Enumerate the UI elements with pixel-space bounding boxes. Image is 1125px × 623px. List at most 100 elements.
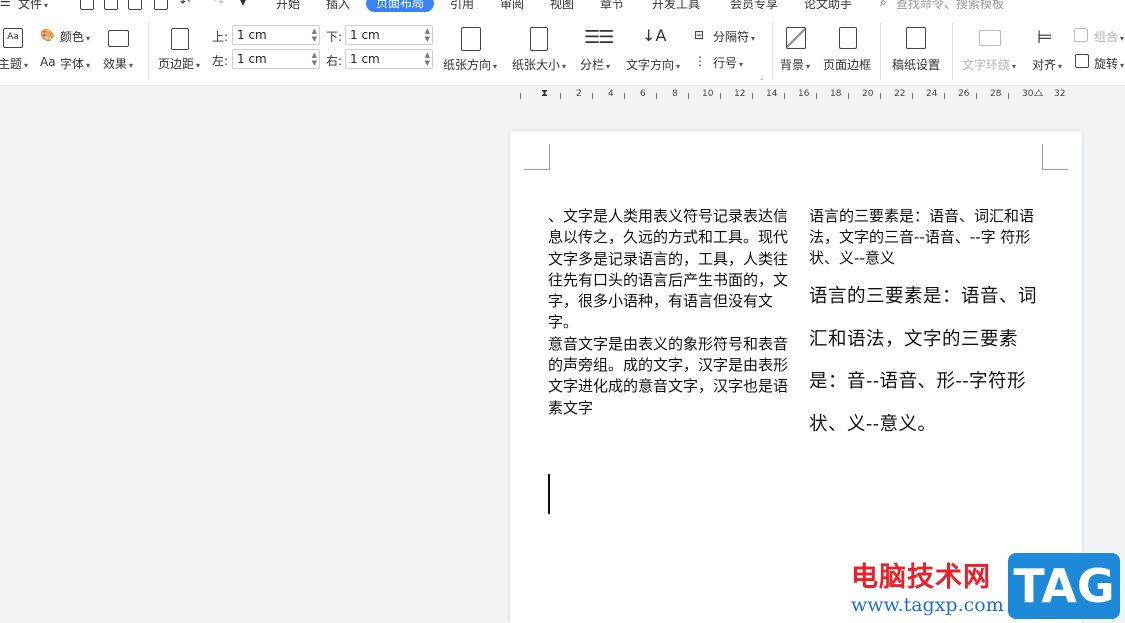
margin-top-input[interactable]: 1 cm ▲ ▼	[232, 25, 320, 45]
align-icon[interactable]: ⊨	[1037, 27, 1053, 48]
indent-marker-icon[interactable]: ⧗	[541, 88, 548, 99]
color-button[interactable]: 颜色	[60, 28, 90, 45]
page-break-button[interactable]: 分隔符	[713, 28, 755, 45]
print-preview-icon[interactable]	[154, 0, 168, 10]
watermark-site-name: 电脑技术网	[851, 562, 991, 593]
save-icon[interactable]	[80, 0, 94, 10]
page-border-icon[interactable]	[839, 27, 857, 49]
ruler-tick	[720, 93, 721, 99]
background-button[interactable]: 背景	[780, 56, 810, 73]
tab-insert[interactable]: 插入	[326, 0, 350, 12]
divider	[880, 22, 881, 80]
tab-paper-assistant[interactable]: 论文助手	[804, 0, 852, 12]
text-direction-icon[interactable]: ↓A	[642, 26, 666, 45]
font-scheme-icon[interactable]: Aa	[40, 55, 56, 69]
ruler-tick	[560, 93, 561, 99]
ruler-tick	[816, 93, 817, 99]
ruler-tick	[848, 93, 849, 99]
margin-bottom-input[interactable]: 1 cm ▲ ▼	[345, 25, 433, 45]
column-2-large-text[interactable]: 语言的三要素是：语音、词汇和语法，文字的三要素是：音--语音、形--字符形状、义…	[809, 276, 1054, 446]
background-icon[interactable]	[786, 27, 806, 49]
tab-chapter[interactable]: 章节	[600, 0, 624, 12]
line-number-button[interactable]: 行号	[713, 54, 743, 71]
ruler-label: 30	[1022, 89, 1034, 99]
theme-button[interactable]: 主题	[0, 55, 28, 72]
document-page[interactable]: 、文字是人类用表义符号记录表达信息以传之，久远的方式和工具。现代文字多是记录语言…	[510, 131, 1082, 623]
stepper-arrows-icon[interactable]: ▲ ▼	[312, 51, 317, 67]
page-setup-launcher-icon[interactable]: ⌟	[760, 72, 764, 81]
redo-icon[interactable]: ↷	[214, 0, 224, 9]
effect-button[interactable]: 效果	[103, 55, 133, 72]
ruler-label: 4	[608, 89, 614, 99]
align-button[interactable]: 对齐	[1032, 56, 1062, 73]
ruler-label: 14	[766, 89, 778, 99]
stepper-arrows-icon[interactable]: ▲ ▼	[425, 51, 430, 67]
orientation-icon[interactable]	[461, 27, 481, 51]
horizontal-ruler[interactable]: ⧗ 2 4 6 8 10 12 14 16 18 20 22 24 26 28 …	[520, 86, 1065, 106]
search-icon[interactable]: ⌕	[880, 0, 887, 10]
ruler-label: 2	[576, 89, 582, 99]
undo-icon[interactable]: ↶	[180, 0, 190, 9]
columns-button[interactable]: 分栏	[580, 56, 610, 73]
print-icon[interactable]	[128, 0, 142, 10]
stepper-arrows-icon[interactable]: ▲ ▼	[425, 27, 430, 43]
column-1-text[interactable]: 、文字是人类用表义符号记录表达信息以传之，久远的方式和工具。现代文字多是记录语言…	[548, 206, 788, 419]
margin-right-input[interactable]: 1 cm ▲ ▼	[345, 49, 433, 69]
text-wrap-button[interactable]: 文字环绕	[962, 56, 1016, 73]
margin-left-label: 左:	[212, 54, 229, 68]
page-corner-mark	[524, 144, 550, 170]
ruler-label: 18	[830, 89, 842, 99]
palette-icon[interactable]: 🎨	[40, 28, 55, 42]
group-icon[interactable]	[1074, 28, 1088, 42]
margin-left-input[interactable]: 1 cm ▲ ▼	[232, 49, 320, 69]
watermark-url: www.tagxp.com	[851, 594, 1004, 616]
tab-view[interactable]: 视图	[550, 0, 574, 12]
stepper-arrows-icon[interactable]: ▲ ▼	[312, 27, 317, 43]
orientation-button[interactable]: 纸张方向	[443, 56, 497, 73]
export-icon[interactable]	[104, 0, 118, 10]
tab-member[interactable]: 会员专享	[730, 0, 778, 12]
ribbon-page-layout: Aa 主题 🎨 颜色 Aa 字体 效果 页边距 上: 1 cm▲▼ 左: 1 c…	[0, 14, 1125, 86]
page-border-button[interactable]: 页面边框	[823, 56, 871, 73]
tab-references[interactable]: 引用	[450, 0, 474, 12]
command-search-input[interactable]: 查找命令、搜索模板	[896, 0, 1004, 12]
tab-page-layout[interactable]: 页面布局	[366, 0, 435, 12]
text-cursor	[548, 474, 550, 514]
ruler-tick	[1008, 93, 1009, 99]
text-direction-button[interactable]: 文字方向	[626, 56, 680, 73]
theme-icon[interactable]: Aa	[3, 28, 23, 48]
ruler-tick	[592, 93, 593, 99]
column-2-text[interactable]: 语言的三要素是：语音、词汇和语法，文字的三音--语音、--字 符形状、义--意义	[809, 206, 1049, 269]
effect-icon[interactable]	[108, 30, 129, 47]
divider	[772, 22, 773, 80]
menu-icon[interactable]: ☰	[0, 0, 11, 9]
ruler-label: 6	[640, 89, 646, 99]
line-number-icon[interactable]: ⋮	[694, 54, 706, 68]
manuscript-icon[interactable]	[906, 27, 926, 49]
ruler-tick	[688, 93, 689, 99]
margin-right-label: 右:	[326, 54, 343, 68]
divider	[148, 22, 149, 80]
group-button[interactable]: 组合	[1094, 28, 1124, 45]
file-menu[interactable]: 文件	[18, 0, 48, 12]
manuscript-button[interactable]: 稿纸设置	[892, 56, 940, 73]
ruler-label: 10	[702, 89, 714, 99]
margin-button[interactable]: 页边距	[158, 55, 200, 72]
text-wrap-icon[interactable]	[979, 30, 1001, 46]
ruler-label: 32	[1054, 89, 1066, 99]
rotate-icon[interactable]	[1075, 54, 1089, 68]
font-scheme-button[interactable]: 字体	[60, 55, 90, 72]
tab-developer[interactable]: 开发工具	[652, 0, 700, 12]
quick-access-dropdown-icon[interactable]: ▾	[240, 0, 246, 9]
ruler-tick	[520, 93, 521, 99]
ruler-tick	[752, 93, 753, 99]
paper-size-icon[interactable]	[530, 27, 548, 51]
right-indent-marker-icon[interactable]: ⧍	[1034, 88, 1043, 99]
tab-home[interactable]: 开始	[276, 0, 300, 12]
tab-review[interactable]: 审阅	[500, 0, 524, 12]
rotate-button[interactable]: 旋转	[1094, 55, 1124, 72]
page-break-icon[interactable]: ⊟	[694, 28, 704, 42]
margin-icon[interactable]	[171, 28, 189, 50]
paper-size-button[interactable]: 纸张大小	[512, 56, 566, 73]
columns-icon[interactable]: ☰☰	[584, 27, 614, 48]
